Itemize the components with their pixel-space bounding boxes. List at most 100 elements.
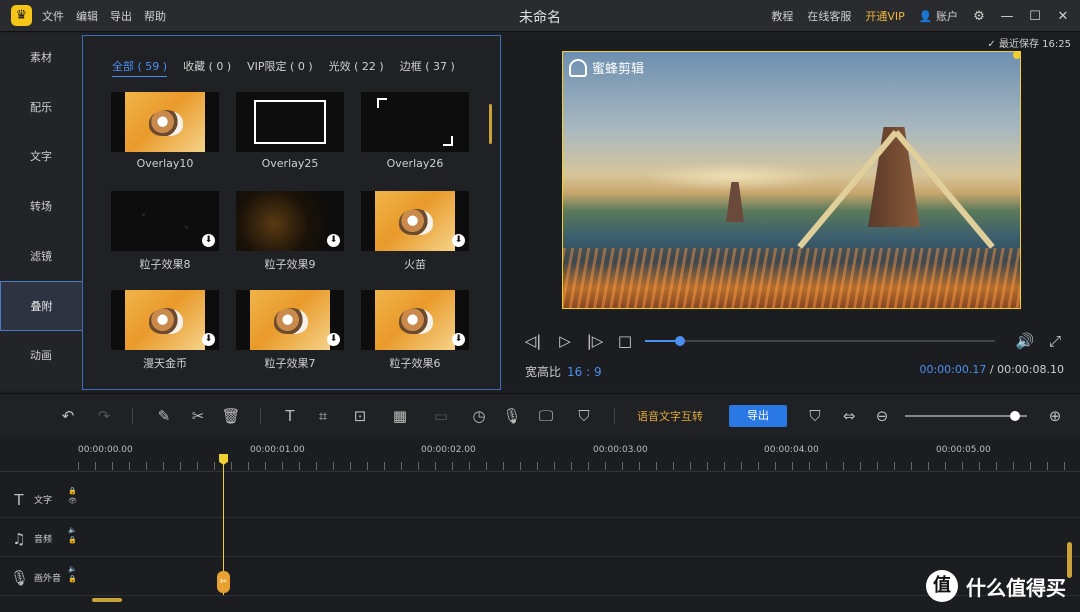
tab-all[interactable]: 全部 ( 59 ) <box>112 58 168 77</box>
sidebar-item-music[interactable]: 配乐 <box>0 83 82 133</box>
lock-icon[interactable]: 🔒 <box>68 536 77 544</box>
seek-bar[interactable] <box>645 336 995 346</box>
overlay-tile[interactable]: ⬇ 粒子效果8 <box>111 191 219 272</box>
time-separator: / <box>989 363 994 376</box>
menu-help[interactable]: 帮助 <box>144 8 166 24</box>
zoom-slider[interactable] <box>905 411 1027 421</box>
online-support-link[interactable]: 在线客服 <box>807 8 851 24</box>
marker-icon[interactable]: ⛉ <box>805 406 825 426</box>
lock-icon[interactable]: 🔒 <box>68 487 77 495</box>
maximize-icon[interactable]: ☐ <box>1028 9 1042 24</box>
timeline-vertical-scrollbar[interactable] <box>1067 542 1072 578</box>
overlay-tile[interactable]: Overlay25 <box>236 92 344 170</box>
pencil-icon[interactable]: ✎ <box>154 406 174 426</box>
sidebar-item-animation[interactable]: 动画 <box>0 331 82 381</box>
menu-edit[interactable]: 编辑 <box>76 8 98 24</box>
aspect-ratio[interactable]: 宽高比 16 : 9 <box>525 363 602 380</box>
account-label: 账户 <box>936 10 958 23</box>
overlay-tile[interactable]: ⬇ 粒子效果7 <box>236 290 344 371</box>
fit-timeline-icon[interactable]: ⇔ <box>839 406 859 426</box>
microphone-icon: 🎙 <box>10 568 30 587</box>
stop-icon[interactable]: □ <box>615 331 635 351</box>
text-icon: T <box>14 490 24 509</box>
screen-record-icon[interactable]: 🖵 <box>536 406 556 426</box>
account-button[interactable]: 👤 账户 <box>919 8 958 24</box>
overlay-tile[interactable]: ⬇ 火苗 <box>361 191 469 272</box>
track-voiceover[interactable]: 🎙 画外音 🔈 🔒 <box>0 559 1080 596</box>
overlay-tile[interactable]: ⬇ 漫天金币 <box>111 290 219 371</box>
zoom-in-icon[interactable]: ⊕ <box>1045 406 1065 426</box>
tab-borders[interactable]: 边框 ( 37 ) <box>400 58 455 77</box>
open-vip-link[interactable]: 开通VIP <box>865 8 904 24</box>
menu-export[interactable]: 导出 <box>110 8 132 24</box>
overlay-tile[interactable]: Overlay10 <box>111 92 219 170</box>
playhead-split-handle[interactable]: ✂ <box>217 571 230 593</box>
play-icon[interactable]: ▷ <box>555 331 575 351</box>
fullscreen-icon[interactable]: ⤢ <box>1045 331 1065 351</box>
track-audio[interactable]: ♫ 音频 🔈 🔒 <box>0 520 1080 557</box>
crop-icon[interactable]: ⌗ <box>313 406 333 426</box>
download-icon[interactable]: ⬇ <box>202 234 215 247</box>
tutorial-link[interactable]: 教程 <box>771 8 793 24</box>
menu-bar: 文件 编辑 导出 帮助 <box>42 0 166 32</box>
menu-file[interactable]: 文件 <box>42 8 64 24</box>
reeds <box>563 248 1020 308</box>
filter-tabs: 全部 ( 59 ) 收藏 ( 0 ) VIP限定 ( 0 ) 光效 ( 22 )… <box>112 58 455 77</box>
overlay-tile[interactable]: Overlay26 <box>361 92 469 170</box>
undo-icon[interactable]: ↶ <box>58 406 78 426</box>
settings-icon[interactable]: ⚙ <box>972 9 986 24</box>
watermark[interactable]: 蜜蜂剪辑 <box>569 58 644 77</box>
previous-frame-icon[interactable]: ◁| <box>523 331 543 351</box>
overlay-tile-label: 粒子效果8 <box>139 258 191 271</box>
speech-text-convert-link[interactable]: 语音文字互转 <box>637 408 703 424</box>
scissors-icon[interactable]: ✂ <box>188 406 208 426</box>
sidebar-item-text[interactable]: 文字 <box>0 132 82 182</box>
trash-icon[interactable]: 🗑 <box>221 406 241 426</box>
download-icon[interactable]: ⬇ <box>452 234 465 247</box>
export-button[interactable]: 导出 <box>729 405 787 427</box>
video-preview[interactable]: 蜜蜂剪辑 <box>562 51 1021 309</box>
microphone-icon[interactable]: 🎙 <box>502 406 522 426</box>
mosaic-icon[interactable]: ▦ <box>390 406 410 426</box>
download-icon[interactable]: ⬇ <box>327 333 340 346</box>
cat-preview-image <box>375 290 455 350</box>
sidebar-item-material[interactable]: 素材 <box>0 33 82 83</box>
download-icon[interactable]: ⬇ <box>327 234 340 247</box>
overlay-thumbnail: ⬇ <box>361 191 469 251</box>
minimize-icon[interactable]: — <box>1000 9 1014 24</box>
overlay-thumbnail: ⬇ <box>236 290 344 350</box>
paint-bucket-icon[interactable]: ⛉ <box>574 406 594 426</box>
seek-handle[interactable] <box>675 336 685 346</box>
sidebar-item-overlay[interactable]: 叠附 <box>0 281 82 332</box>
library-scrollbar[interactable] <box>489 104 492 144</box>
overlay-tile[interactable]: ⬇ 粒子效果6 <box>361 290 469 371</box>
zoom-out-icon[interactable]: ⊖ <box>872 406 892 426</box>
volume-icon[interactable]: 🔊 <box>1015 331 1035 351</box>
freeze-frame-icon[interactable]: ▭ <box>431 406 451 426</box>
download-icon[interactable]: ⬇ <box>452 333 465 346</box>
resize-icon[interactable]: ⊡ <box>350 406 370 426</box>
close-icon[interactable]: ✕ <box>1056 9 1070 24</box>
volume-icon[interactable]: 🔈 <box>68 526 77 534</box>
speed-icon[interactable]: ◷ <box>469 406 489 426</box>
lock-icon[interactable]: 🔒 <box>68 575 77 583</box>
timeline-horizontal-scrollbar[interactable] <box>92 598 122 602</box>
redo-icon[interactable]: ↷ <box>94 406 114 426</box>
next-frame-icon[interactable]: |▷ <box>585 331 605 351</box>
download-icon[interactable]: ⬇ <box>202 333 215 346</box>
tick-label: 00:00:05.00 <box>936 445 991 455</box>
time-ruler[interactable]: 00:00:00.00 00:00:01.00 00:00:02.00 00:0… <box>0 437 1080 472</box>
tab-favorites[interactable]: 收藏 ( 0 ) <box>183 58 231 77</box>
volume-icon[interactable]: 🔈 <box>68 565 77 573</box>
tab-vip[interactable]: VIP限定 ( 0 ) <box>247 58 312 77</box>
tick-label: 00:00:00.00 <box>78 445 133 455</box>
zoom-slider-handle[interactable] <box>1009 411 1020 421</box>
selection-close-handle[interactable] <box>1013 52 1020 59</box>
track-text[interactable]: T 文字 🔒 👁 <box>0 481 1080 518</box>
sidebar-item-filter[interactable]: 滤镜 <box>0 232 82 282</box>
overlay-tile[interactable]: ⬇ 粒子效果9 <box>236 191 344 272</box>
eye-icon[interactable]: 👁 <box>68 497 77 505</box>
tab-light-effects[interactable]: 光效 ( 22 ) <box>329 58 384 77</box>
text-tool-icon[interactable]: T <box>280 406 300 426</box>
sidebar-item-transition[interactable]: 转场 <box>0 182 82 232</box>
